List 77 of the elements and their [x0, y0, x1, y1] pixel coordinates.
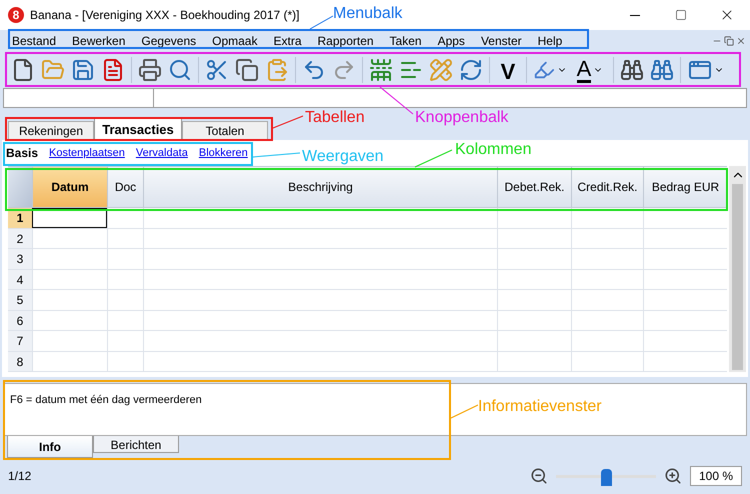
copy-icon — [235, 58, 259, 82]
menu-item[interactable]: Apps — [430, 31, 473, 51]
row-number[interactable]: 5 — [8, 290, 32, 310]
menu-item[interactable]: Opmaak — [204, 31, 266, 51]
pdf-icon — [101, 58, 125, 82]
row-number[interactable]: 2 — [8, 228, 32, 248]
leader-line — [252, 152, 300, 158]
zoom-slider[interactable] — [556, 466, 656, 486]
window-title: Banana - [Vereniging XXX - Boekhouding 2017 (*)] — [30, 7, 300, 24]
open-folder-icon — [41, 58, 65, 82]
info-tab[interactable]: Info — [7, 436, 93, 458]
table-tab[interactable]: Totalen — [182, 121, 268, 140]
menu-item[interactable]: Gegevens — [133, 31, 204, 51]
row-number[interactable]: 7 — [8, 331, 32, 350]
undo-icon — [302, 58, 326, 82]
highlighter-icon — [533, 59, 555, 81]
annotation-label: Menubalk — [333, 4, 402, 24]
table-cell[interactable] — [32, 208, 107, 228]
binoculars-icon — [650, 58, 674, 82]
menu-item[interactable]: Venster — [472, 31, 530, 51]
window-icon — [688, 58, 712, 82]
paste-icon — [265, 58, 289, 82]
info-tab[interactable]: Berichten — [93, 436, 179, 453]
maximize-icon — [675, 9, 687, 21]
refresh-icon — [459, 58, 483, 82]
column-header[interactable]: Beschrijving — [143, 167, 497, 207]
redo-icon — [332, 58, 356, 82]
table-tab[interactable]: Rekeningen — [8, 121, 94, 140]
column-header[interactable]: Debet.Rek. — [497, 167, 571, 207]
annotation-label: Kolommen — [455, 140, 532, 160]
corner-cell — [8, 167, 32, 207]
leader-line — [414, 150, 452, 168]
app-logo: 8 — [8, 7, 24, 23]
row-number[interactable]: 1 — [8, 208, 32, 228]
menu-item[interactable]: Bestand — [4, 31, 64, 51]
zoom-in-icon[interactable] — [664, 467, 682, 485]
print-icon — [138, 58, 162, 82]
mdi-restore-icon[interactable] — [724, 36, 734, 46]
mdi-close-icon[interactable] — [736, 36, 746, 46]
leader-line — [310, 16, 334, 30]
menu-item[interactable]: Taken — [382, 31, 430, 51]
row-number[interactable]: 4 — [8, 270, 32, 289]
view-link[interactable]: Vervaldata — [136, 144, 188, 162]
view-link[interactable]: Kostenplaatsen — [49, 144, 125, 162]
zoom-value-field[interactable]: 100 % — [690, 466, 742, 486]
leader-line — [272, 116, 304, 128]
annotation-label: Tabellen — [305, 108, 365, 128]
view-link[interactable]: Blokkeren — [198, 144, 248, 162]
column-header[interactable]: Bedrag EUR — [643, 167, 727, 207]
validate-button[interactable]: V — [493, 55, 523, 85]
scissors-icon — [205, 58, 229, 82]
new-file-icon — [11, 58, 35, 82]
font-color-button[interactable]: A — [570, 55, 610, 85]
menu-item[interactable]: Extra — [265, 31, 310, 51]
table-tab[interactable]: Transacties — [94, 118, 182, 140]
menu-item[interactable]: Bewerken — [64, 31, 134, 51]
view-link[interactable]: Basis — [6, 144, 38, 162]
row-number[interactable]: 3 — [8, 249, 32, 268]
save-icon — [71, 58, 95, 82]
row-number[interactable]: 8 — [8, 352, 32, 371]
annotation-label: Knoppenbalk — [415, 108, 508, 128]
annotation-label: Weergaven — [302, 147, 384, 167]
minimize-icon — [630, 14, 640, 16]
annotation-label: Informatievenster — [478, 397, 602, 417]
column-header[interactable]: Datum — [32, 167, 107, 207]
column-header[interactable]: Credit.Rek. — [571, 167, 643, 207]
row-number[interactable]: 6 — [8, 310, 32, 330]
column-header[interactable]: Doc — [107, 167, 143, 207]
menu-item[interactable]: Rapporten — [310, 31, 382, 51]
vertical-scrollbar[interactable] — [729, 166, 746, 372]
ruler-pencil-icon — [429, 58, 453, 82]
menu-item[interactable]: Help — [530, 31, 570, 51]
binoculars-icon — [620, 58, 644, 82]
leader-line — [450, 404, 478, 418]
record-position: 1/12 — [8, 468, 32, 485]
info-message: F6 = datum met één dag vermeerderen — [10, 394, 202, 406]
zoom-out-icon[interactable] — [530, 467, 548, 485]
